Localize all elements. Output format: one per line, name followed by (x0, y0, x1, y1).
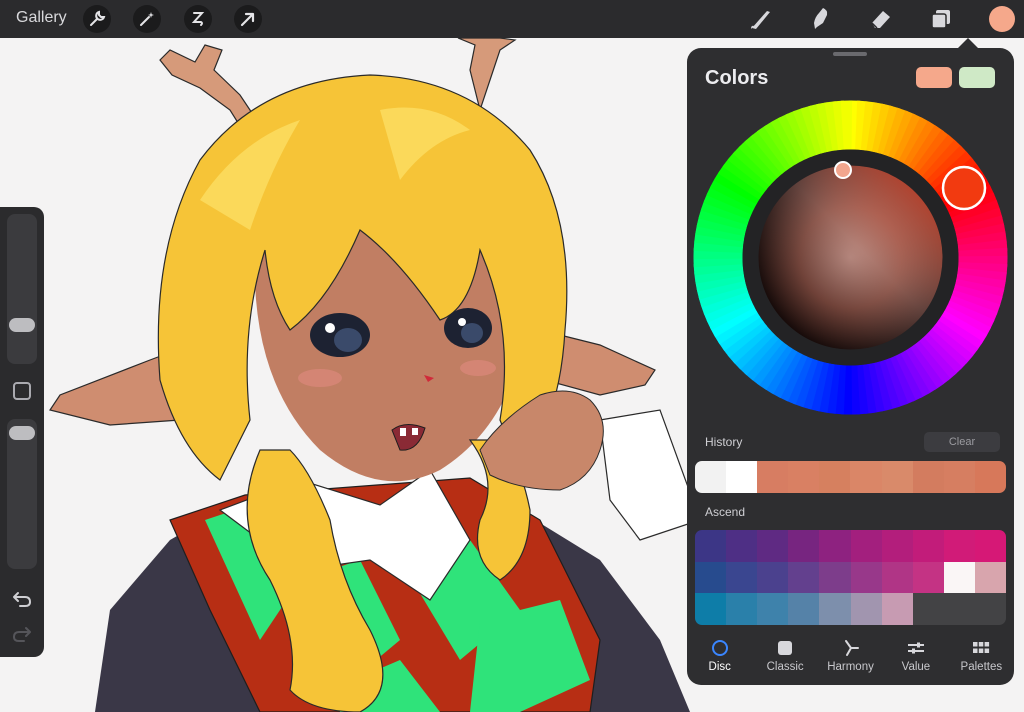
history-swatch[interactable] (757, 461, 789, 493)
tab-label: Palettes (960, 661, 1003, 673)
tab-label: Harmony (827, 661, 874, 673)
smudge-button[interactable] (807, 5, 835, 33)
palette-swatch[interactable] (788, 530, 820, 562)
palette-swatch[interactable] (726, 530, 758, 562)
history-swatch[interactable] (881, 461, 913, 493)
disc-icon (711, 640, 728, 656)
palette-swatch[interactable] (974, 561, 1006, 594)
palette-swatch[interactable] (695, 593, 727, 625)
tab-harmony[interactable]: Harmony (818, 633, 883, 683)
panel-pointer (958, 38, 978, 48)
palette-swatch[interactable] (881, 530, 913, 562)
redo-icon[interactable] (12, 625, 32, 643)
tab-label: Value (901, 661, 931, 673)
palette-swatch[interactable] (974, 530, 1006, 562)
palette-swatch[interactable] (912, 593, 944, 625)
modify-button[interactable] (13, 382, 31, 400)
palette-swatch[interactable] (850, 593, 882, 625)
primary-color-swatch[interactable] (916, 67, 952, 88)
brush-button[interactable] (747, 5, 775, 33)
colors-panel: Colors History Clear Ascend Disc Classic… (687, 48, 1014, 685)
clear-history-button[interactable]: Clear (924, 432, 1000, 452)
layers-button[interactable] (927, 5, 955, 33)
palette-swatch[interactable] (912, 561, 944, 594)
tab-disc[interactable]: Disc (687, 633, 752, 683)
brush-size-slider[interactable] (7, 214, 37, 364)
brush-size-thumb[interactable] (9, 317, 35, 332)
eraser-icon (871, 11, 890, 29)
palette-swatch[interactable] (788, 561, 820, 594)
panel-grabber[interactable] (833, 52, 867, 56)
history-colors (695, 461, 1006, 493)
palette-swatch[interactable] (819, 530, 851, 562)
palette-swatch[interactable] (757, 561, 789, 594)
history-swatch[interactable] (943, 461, 975, 493)
palette-swatch[interactable] (757, 530, 789, 562)
harmony-icon (844, 640, 859, 656)
palette-swatch[interactable] (695, 530, 727, 562)
palette-swatch[interactable] (881, 561, 913, 594)
palette-swatch[interactable] (912, 530, 944, 562)
history-swatch[interactable] (788, 461, 820, 493)
transform-button[interactable] (234, 5, 262, 33)
palette-swatch[interactable] (943, 593, 975, 625)
saturation-handle[interactable] (834, 161, 852, 179)
history-swatch[interactable] (974, 461, 1006, 493)
saturation-highlight (758, 165, 943, 350)
brush-icon (751, 11, 770, 29)
color-mode-tabs: Disc Classic Harmony Value Palettes (687, 633, 1014, 683)
wrench-icon (90, 10, 106, 26)
opacity-slider[interactable] (7, 419, 37, 569)
tab-label: Disc (708, 661, 731, 673)
palette-name: Ascend (705, 505, 746, 519)
palette-swatch[interactable] (726, 561, 758, 594)
palette-swatch[interactable] (850, 561, 882, 594)
palette-swatch[interactable] (788, 593, 820, 625)
palette-swatch[interactable] (943, 530, 975, 562)
palette-swatches (695, 530, 1006, 625)
history-swatch[interactable] (726, 461, 758, 493)
left-sidebar (0, 207, 44, 657)
procreate-app: Gallery Colors History Clear Ascend Disc… (0, 0, 1024, 712)
opacity-thumb[interactable] (9, 426, 35, 440)
top-toolbar: Gallery (0, 0, 1024, 38)
undo-icon[interactable] (12, 590, 32, 608)
selection-icon (191, 12, 205, 26)
hue-handle[interactable] (941, 165, 987, 211)
palette-swatch[interactable] (850, 530, 882, 562)
history-swatch[interactable] (819, 461, 851, 493)
smudge-icon (814, 8, 828, 29)
history-label: History (705, 435, 743, 449)
secondary-color-swatch[interactable] (959, 67, 995, 88)
tab-palettes[interactable]: Palettes (949, 633, 1014, 683)
palette-swatch[interactable] (695, 561, 727, 594)
sliders-icon (907, 642, 924, 654)
palette-swatch[interactable] (974, 593, 1006, 625)
color-picker-button[interactable] (989, 6, 1015, 32)
actions-button[interactable] (83, 5, 111, 33)
square-icon (778, 641, 793, 655)
gallery-button[interactable]: Gallery (16, 9, 67, 27)
adjustments-button[interactable] (133, 5, 161, 33)
palette-swatch[interactable] (819, 593, 851, 625)
palette-swatch[interactable] (726, 593, 758, 625)
selection-button[interactable] (184, 5, 212, 33)
tab-label: Classic (766, 661, 804, 673)
history-swatch[interactable] (695, 461, 727, 493)
layers-icon (931, 10, 950, 29)
magic-wand-icon (140, 12, 154, 26)
eraser-button[interactable] (867, 5, 895, 33)
grid-icon (973, 642, 990, 653)
history-swatch[interactable] (850, 461, 882, 493)
palette-swatch[interactable] (943, 561, 975, 594)
tab-value[interactable]: Value (883, 633, 948, 683)
palette-swatch[interactable] (757, 593, 789, 625)
history-swatch[interactable] (912, 461, 944, 493)
panel-title: Colors (705, 67, 769, 89)
palette-swatch[interactable] (881, 593, 913, 625)
color-disc[interactable] (693, 100, 1008, 415)
transform-arrow-icon (240, 12, 255, 27)
tab-classic[interactable]: Classic (752, 633, 817, 683)
palette-swatch[interactable] (819, 561, 851, 594)
